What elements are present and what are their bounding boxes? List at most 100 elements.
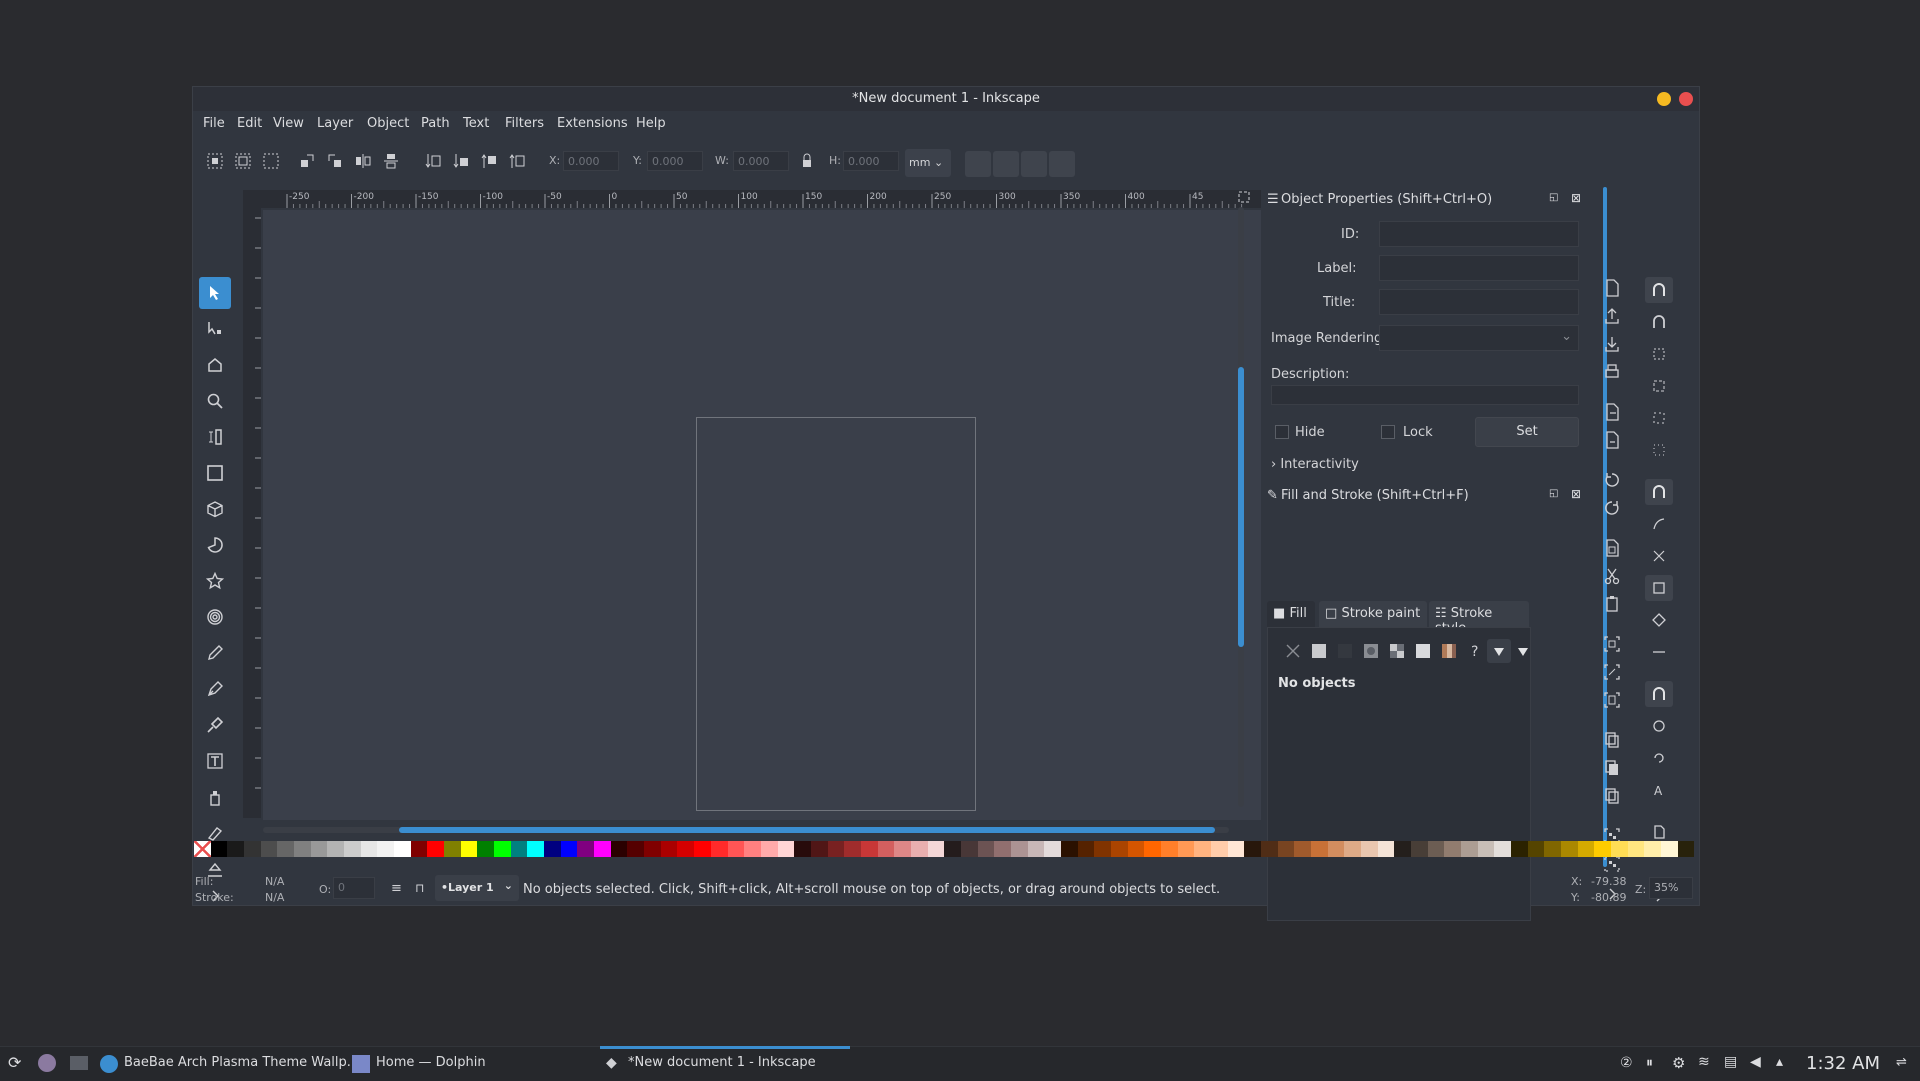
color-swatch[interactable] [477, 841, 495, 857]
color-swatch[interactable] [610, 841, 628, 857]
hide-checkbox[interactable] [1275, 425, 1289, 439]
color-swatch[interactable] [260, 841, 278, 857]
zoom-fit-icon[interactable] [1237, 190, 1251, 204]
color-swatch[interactable] [1177, 841, 1195, 857]
color-swatch[interactable] [1644, 841, 1662, 857]
zoom-page-icon[interactable] [1601, 689, 1623, 711]
color-swatch[interactable] [794, 841, 811, 857]
move-gradients-toggle[interactable] [1021, 151, 1047, 177]
unset-paint-icon[interactable]: ? [1463, 639, 1487, 663]
menu-filters[interactable]: Filters [505, 116, 544, 131]
color-swatch[interactable] [544, 841, 561, 857]
color-swatch[interactable] [960, 841, 978, 857]
layers-icon[interactable]: ≡ [391, 881, 402, 896]
box3d-tool[interactable] [199, 493, 231, 525]
vertical-scrollbar-thumb[interactable] [1238, 367, 1244, 647]
volume-tray-icon[interactable]: ◀ [1750, 1054, 1761, 1070]
title-bar[interactable]: *New document 1 - Inkscape [193, 87, 1699, 111]
x-input[interactable]: 0.000 [563, 151, 619, 171]
snap-cusp-nodes-icon[interactable] [1645, 575, 1673, 601]
app-launcher-icon[interactable]: ⟳ [8, 1053, 21, 1072]
clipboard-tray-icon[interactable]: ▤ [1724, 1054, 1737, 1070]
color-swatch[interactable] [1544, 841, 1562, 857]
color-swatch[interactable] [977, 841, 995, 857]
color-swatch[interactable] [594, 841, 611, 857]
rotate-cw-icon[interactable] [325, 151, 345, 171]
menu-view[interactable]: View [273, 116, 304, 131]
snap-text-baseline-icon[interactable]: A [1645, 777, 1673, 803]
tweak-tool[interactable] [199, 349, 231, 381]
snap-rotation-centers-icon[interactable] [1645, 745, 1673, 771]
minimize-button[interactable] [1657, 92, 1671, 106]
h-input[interactable]: 0.000 [843, 151, 899, 171]
snap-toggle-icon[interactable] [1645, 277, 1673, 303]
color-swatch[interactable] [510, 841, 528, 857]
tray-expand-icon[interactable]: ▴ [1776, 1054, 1783, 1070]
color-swatch[interactable] [1594, 841, 1612, 857]
color-swatch[interactable] [1677, 841, 1695, 857]
color-swatch[interactable] [1344, 841, 1362, 857]
color-swatch[interactable] [1327, 841, 1345, 857]
color-swatch[interactable] [844, 841, 861, 857]
cut-icon[interactable] [1601, 565, 1623, 587]
panel-float-icon[interactable]: ◱ [1549, 488, 1558, 499]
color-swatch[interactable] [1311, 841, 1328, 857]
close-button[interactable] [1679, 92, 1693, 106]
color-swatch[interactable] [444, 841, 461, 857]
color-swatch[interactable] [877, 841, 895, 857]
fill-rule-nonzero-icon[interactable] [1511, 639, 1535, 663]
selector-tool[interactable] [199, 277, 231, 309]
color-swatch[interactable] [310, 841, 328, 857]
color-swatch[interactable] [494, 841, 511, 857]
color-swatch[interactable] [1077, 841, 1095, 857]
color-swatch[interactable] [1060, 841, 1078, 857]
clock[interactable]: 1:32 AM [1806, 1053, 1880, 1074]
flip-vertical-icon[interactable] [381, 151, 401, 171]
lower-to-bottom-icon[interactable] [423, 151, 443, 171]
description-input[interactable] [1271, 385, 1579, 405]
color-swatch[interactable] [1561, 841, 1578, 857]
select-all-icon[interactable] [205, 151, 225, 171]
wallpaper-app-icon[interactable] [38, 1054, 56, 1072]
color-swatch[interactable] [1144, 841, 1161, 857]
horizontal-scrollbar-thumb[interactable] [399, 827, 1215, 833]
print-icon[interactable] [1601, 361, 1623, 383]
redo-icon[interactable] [1601, 497, 1623, 519]
vertical-scrollbar[interactable] [1238, 207, 1244, 807]
color-swatch[interactable] [1394, 841, 1412, 857]
color-swatch[interactable] [1261, 841, 1278, 857]
raise-icon[interactable] [479, 151, 499, 171]
export-icon[interactable] [1601, 429, 1623, 451]
set-button[interactable]: Set [1475, 417, 1579, 447]
lock-proportions-icon[interactable] [797, 151, 817, 171]
rectangle-tool[interactable] [199, 457, 231, 489]
color-swatch[interactable] [527, 841, 545, 857]
media-tray-icon[interactable]: ⏸ [1646, 1055, 1653, 1071]
color-swatch[interactable] [810, 841, 828, 857]
ellipse-tool[interactable] [199, 529, 231, 561]
id-input[interactable] [1379, 221, 1579, 247]
color-swatch[interactable] [1661, 841, 1678, 857]
rotate-ccw-icon[interactable] [297, 151, 317, 171]
unit-select[interactable]: mm ⌄ [905, 149, 951, 177]
color-swatch[interactable] [1427, 841, 1445, 857]
color-swatch[interactable] [460, 841, 478, 857]
star-tool[interactable] [199, 565, 231, 597]
panel-float-icon[interactable]: ◱ [1549, 192, 1558, 203]
raise-to-top-icon[interactable] [507, 151, 527, 171]
color-swatch[interactable] [1377, 841, 1395, 857]
color-swatch[interactable] [1044, 841, 1061, 857]
tab-fill[interactable]: ■ Fill [1267, 601, 1315, 627]
color-swatch[interactable] [427, 841, 445, 857]
zoom-tool[interactable] [199, 385, 231, 417]
color-swatch[interactable] [1277, 841, 1295, 857]
color-swatch[interactable] [1160, 841, 1178, 857]
snap-others-icon[interactable] [1645, 681, 1673, 707]
select-all-layers-icon[interactable] [233, 151, 253, 171]
color-swatch[interactable] [760, 841, 778, 857]
color-swatch[interactable] [360, 841, 378, 857]
color-swatch[interactable] [1294, 841, 1312, 857]
snap-bbox-midpoints-icon[interactable] [1645, 405, 1673, 431]
color-swatch[interactable] [727, 841, 745, 857]
snap-intersections-icon[interactable] [1645, 543, 1673, 569]
